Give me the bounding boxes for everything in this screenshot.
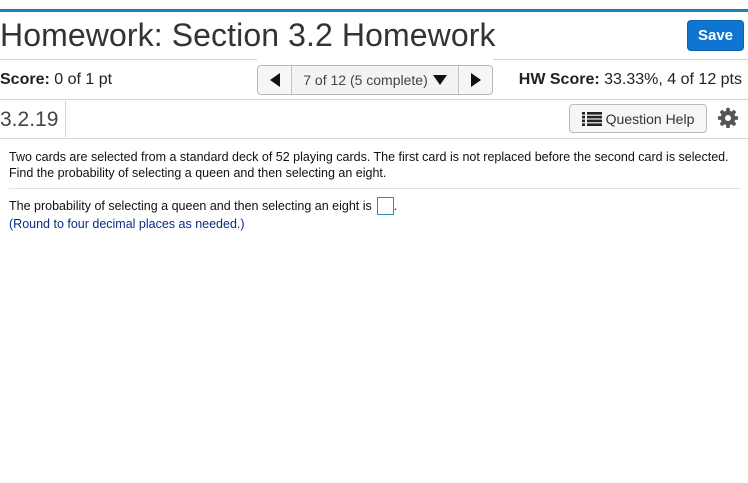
previous-question-button[interactable] — [258, 66, 292, 94]
hw-score-label: HW Score: — [518, 71, 600, 88]
score-value: 0 of 1 pt — [54, 71, 113, 88]
question-position-label: 7 of 12 (5 complete) — [303, 72, 428, 88]
question-text: Two cards are selected from a standard d… — [9, 150, 729, 180]
score-label: Score: — [0, 71, 50, 88]
gear-icon[interactable] — [717, 107, 739, 129]
score-display: Score: 0 of 1 pt — [0, 71, 112, 89]
list-icon — [581, 111, 602, 126]
rounding-hint: (Round to four decimal places as needed.… — [9, 217, 245, 231]
divider — [0, 138, 748, 139]
question-help-label: Question Help — [605, 110, 695, 127]
answer-prompt: The probability of selecting a queen and… — [9, 199, 372, 213]
triangle-left-icon — [269, 73, 280, 87]
divider — [0, 99, 748, 100]
question-help-button[interactable]: Question Help — [569, 104, 707, 133]
triangle-down-icon — [432, 75, 447, 85]
question-number: 3.2.19 — [0, 108, 59, 131]
divider — [0, 59, 257, 60]
divider — [9, 188, 741, 189]
triangle-right-icon — [470, 73, 481, 87]
divider — [65, 101, 66, 137]
question-select-dropdown[interactable]: 7 of 12 (5 complete) — [292, 66, 458, 94]
divider — [493, 59, 748, 60]
answer-suffix: . — [393, 199, 398, 213]
header-accent-bar — [0, 9, 748, 12]
question-navigator: 7 of 12 (5 complete) — [257, 65, 493, 95]
hw-score-display: HW Score: 33.33%, 4 of 12 pts — [519, 71, 742, 89]
page-title: Homework: Section 3.2 Homework — [0, 17, 496, 53]
save-button[interactable]: Save — [687, 20, 744, 51]
answer-input[interactable] — [376, 197, 394, 215]
next-question-button[interactable] — [458, 66, 492, 94]
hw-score-value: 33.33%, 4 of 12 pts — [604, 71, 742, 88]
answer-line: The probability of selecting a queen and… — [9, 197, 397, 215]
